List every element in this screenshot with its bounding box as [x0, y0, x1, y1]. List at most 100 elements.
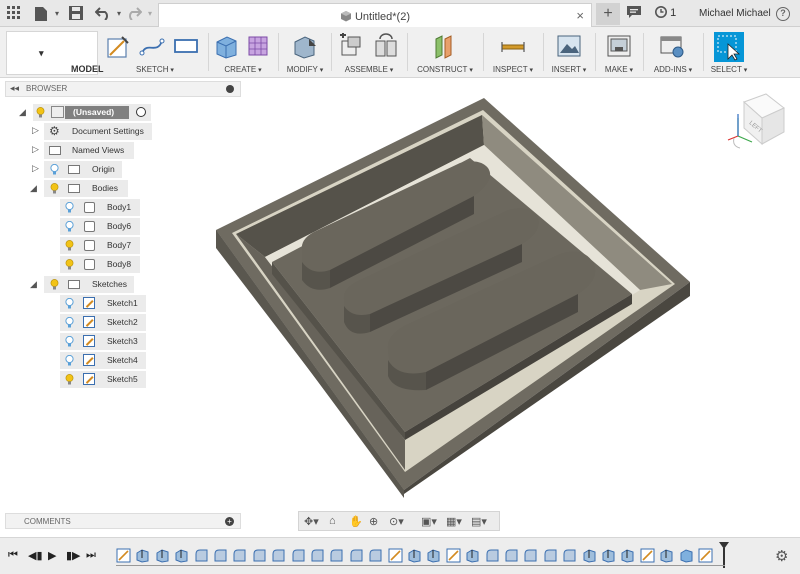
timeline-feature-sketch-icon[interactable]	[446, 548, 461, 563]
collapse-arrow-icon[interactable]: ◢	[30, 279, 37, 290]
add-ins-group[interactable]: ADD-INS	[645, 31, 701, 75]
lightbulb-on-icon[interactable]	[65, 374, 74, 385]
collapse-panel-icon[interactable]: ◂◂	[10, 83, 19, 94]
timeline-feature-fillet-icon[interactable]	[194, 548, 209, 563]
browser-item-sketches[interactable]: ◢ Sketches	[30, 276, 134, 293]
browser-item-sketch4[interactable]: Sketch4	[60, 352, 146, 369]
lightbulb-off-icon[interactable]	[65, 202, 74, 213]
lightbulb-off-icon[interactable]	[65, 355, 74, 366]
notifications-icon[interactable]	[626, 6, 642, 22]
timeline-feature-extrude-icon[interactable]	[407, 548, 422, 563]
timeline-last-icon[interactable]: ⏭	[86, 549, 96, 562]
timeline-feature-extrude-icon[interactable]	[135, 548, 150, 563]
timeline-feature-extrude-icon[interactable]	[174, 548, 189, 563]
browser-item-bodies[interactable]: ◢ Bodies	[30, 180, 128, 197]
browser-item-sketch2[interactable]: Sketch2	[60, 314, 146, 331]
expand-arrow-icon[interactable]: ▷	[32, 125, 39, 136]
expand-arrow-icon[interactable]: ◢	[19, 107, 26, 118]
timeline-feature-fillet-icon[interactable]	[213, 548, 228, 563]
pan-icon[interactable]: ✋	[349, 515, 363, 528]
timeline-feature-fillet-icon[interactable]	[329, 548, 344, 563]
line-tool-icon[interactable]	[139, 33, 165, 59]
fit-zoom-icon[interactable]: ⊙▾	[389, 515, 404, 528]
browser-item-named-views[interactable]: ▷ Named Views	[32, 142, 134, 159]
undo-icon[interactable]	[94, 6, 111, 22]
document-tab[interactable]: Untitled*(2) ×	[158, 3, 592, 27]
timeline-feature-sketch-icon[interactable]	[116, 548, 131, 563]
timeline-feature-sketch-icon[interactable]	[388, 548, 403, 563]
rectangle-tool-icon[interactable]	[173, 33, 199, 59]
timeline-feature-extrude-icon[interactable]	[620, 548, 635, 563]
browser-item-body6[interactable]: Body6	[60, 218, 140, 235]
lightbulb-on-icon[interactable]	[65, 240, 74, 251]
help-icon[interactable]: ?	[776, 7, 790, 21]
timeline-feature-fillet-icon[interactable]	[271, 548, 286, 563]
grid-icon[interactable]	[6, 6, 22, 22]
gear-icon[interactable]: ⚙	[775, 547, 788, 565]
modify-group[interactable]: MODIFY	[280, 31, 330, 75]
form-icon[interactable]	[246, 33, 272, 59]
browser-panel-header[interactable]: ◂◂ BROWSER	[5, 81, 241, 97]
timeline-feature-extrude-icon[interactable]	[465, 548, 480, 563]
timeline-feature-fillet-icon[interactable]	[368, 548, 383, 563]
insert-group[interactable]: INSERT	[545, 31, 593, 75]
lightbulb-off-icon[interactable]	[65, 317, 74, 328]
save-icon[interactable]	[68, 6, 84, 22]
timeline-feature-fillet-icon[interactable]	[310, 548, 325, 563]
timeline-feature-fillet-icon[interactable]	[562, 548, 577, 563]
extrude-icon[interactable]	[214, 33, 240, 59]
construct-group[interactable]: CONSTRUCT	[409, 31, 481, 75]
user-name[interactable]: Michael Michael	[699, 8, 771, 19]
file-menu-dropdown-icon[interactable]: ▾	[49, 6, 65, 22]
timeline-feature-fillet-icon[interactable]	[543, 548, 558, 563]
timeline-first-icon[interactable]: ⏮	[8, 549, 18, 562]
browser-minimize-icon[interactable]	[226, 85, 234, 93]
redo-dropdown-icon[interactable]: ▾	[142, 6, 158, 22]
new-component-icon[interactable]	[338, 33, 364, 59]
timeline-feature-fillet-icon[interactable]	[349, 548, 364, 563]
select-cursor-icon[interactable]	[714, 32, 744, 62]
browser-item-origin[interactable]: ▷ Origin	[32, 161, 122, 178]
timeline-feature-fillet-icon[interactable]	[291, 548, 306, 563]
timeline-feature-fillet-icon[interactable]	[504, 548, 519, 563]
timeline-feature-sketch-icon[interactable]	[640, 548, 655, 563]
timeline-feature-sketch-icon[interactable]	[698, 548, 713, 563]
timeline-feature-extrude-icon[interactable]	[582, 548, 597, 563]
expand-arrow-icon[interactable]: ▷	[32, 144, 39, 155]
measure-icon[interactable]	[500, 33, 526, 59]
3d-print-icon[interactable]	[606, 33, 632, 59]
undo-dropdown-icon[interactable]: ▾	[111, 6, 127, 22]
timeline-feature-fillet-icon[interactable]	[523, 548, 538, 563]
sketch-group[interactable]: SKETCH	[103, 31, 207, 75]
lightbulb-off-icon[interactable]	[50, 164, 59, 175]
timeline-feature-body-icon[interactable]	[679, 548, 694, 563]
scripts-addins-icon[interactable]	[659, 33, 685, 59]
select-group[interactable]: SELECT	[705, 31, 753, 75]
lightbulb-on-icon[interactable]	[50, 183, 59, 194]
browser-item-body1[interactable]: Body1	[60, 199, 140, 216]
press-pull-icon[interactable]	[292, 33, 318, 59]
browser-item-body7[interactable]: Body7	[60, 237, 140, 254]
collapse-arrow-icon[interactable]: ◢	[30, 183, 37, 194]
activate-radio-icon[interactable]	[136, 107, 146, 117]
timeline-play-icon[interactable]: ▶	[48, 549, 56, 562]
close-tab-icon[interactable]: ×	[576, 8, 584, 23]
viewcube-home-icon[interactable]	[733, 137, 741, 149]
timeline-feature-fillet-icon[interactable]	[485, 548, 500, 563]
create-group[interactable]: CREATE	[210, 31, 276, 75]
browser-item-sketch5[interactable]: Sketch5	[60, 371, 146, 388]
lightbulb-off-icon[interactable]	[65, 336, 74, 347]
look-at-icon[interactable]: ⌂	[329, 515, 336, 527]
zoom-icon[interactable]: ⊕	[369, 515, 378, 528]
job-status[interactable]: 1	[655, 6, 676, 19]
timeline-next-icon[interactable]: ▮▶	[66, 549, 81, 562]
lightbulb-off-icon[interactable]	[65, 298, 74, 309]
expand-arrow-icon[interactable]: ▷	[32, 163, 39, 174]
browser-item-document-settings[interactable]: ▷ ⚙ Document Settings	[32, 123, 152, 140]
display-settings-icon[interactable]: ▣▾	[421, 515, 437, 528]
insert-image-icon[interactable]	[556, 33, 582, 59]
browser-item-root[interactable]: ◢ (Unsaved)	[19, 104, 151, 121]
orbit-icon[interactable]: ✥▾	[304, 515, 319, 528]
lightbulb-on-icon[interactable]	[50, 279, 59, 290]
viewcube[interactable]: LEFT	[724, 88, 790, 152]
